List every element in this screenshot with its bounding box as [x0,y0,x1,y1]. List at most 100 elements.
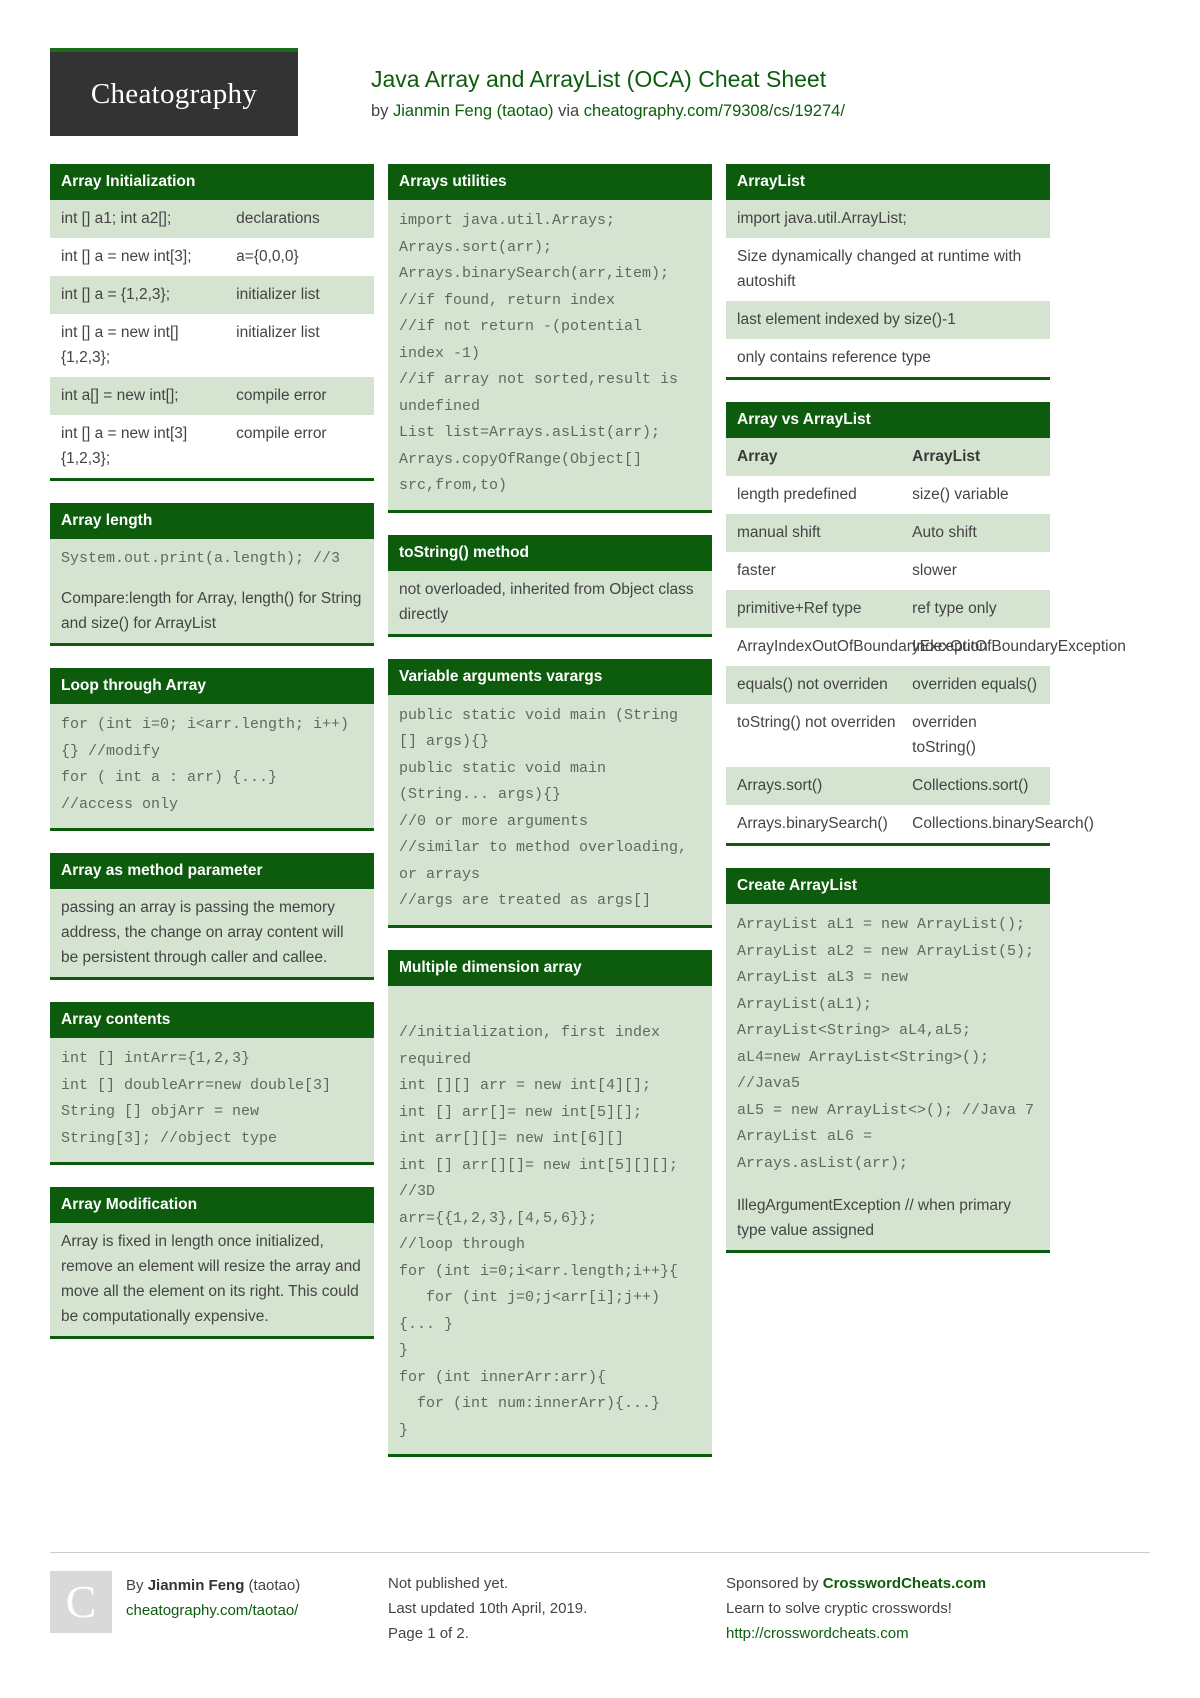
cell-key: Arrays.binarySearch() [737,815,888,832]
cell-value: IndexOutOfBoundaryException [912,638,1126,655]
card-array-length: Array length System.out.print(a.length);… [50,503,374,646]
page-title: Java Array and ArrayList (OCA) Cheat She… [371,66,827,92]
cell-value: a={0,0,0} [236,248,299,265]
byline: by Jianmin Feng (taotao) via cheatograph… [371,100,845,122]
column-2: Arrays utilities import java.util.Arrays… [388,164,712,1479]
logo-text: Cheatography [90,77,258,110]
footer-author-name: Jianmin Feng [147,1577,245,1594]
cell-value: ref type only [912,600,997,617]
column-header-arraylist: ArrayList [912,448,981,465]
footer-publish-block: Not published yet. Last updated 10th Apr… [388,1571,712,1646]
cell-key: faster [737,562,776,579]
cell-value: slower [912,562,957,579]
byline-via: via [553,102,584,120]
cell-value: Collections.sort() [912,777,1029,794]
card-title: Array vs ArrayList [726,402,1050,438]
table-row: int [] a1; int a2[]; declarations [50,200,374,238]
code-block: import java.util.Arrays; Arrays.sort(arr… [388,200,712,510]
title-block: Java Array and ArrayList (OCA) Cheat She… [298,48,845,122]
sponsor-prefix: Sponsored by [726,1575,823,1592]
table-row: faster slower [726,552,1050,590]
list-item: Size dynamically changed at runtime with… [737,248,1022,290]
byline-prefix: by [371,102,394,120]
footer-author-url[interactable]: cheatography.com/taotao/ [126,1602,298,1619]
avatar: C [50,1571,112,1633]
footer-author-suffix: (taotao) [244,1577,301,1594]
code-block: ArrayList aL1 = new ArrayList(); ArrayLi… [726,904,1050,1187]
card-arraylist: ArrayList import java.util.ArrayList; Si… [726,164,1050,380]
cell-key: int [] a = new int[] {1,2,3}; [61,324,179,366]
table-row: length predefined size() variable [726,476,1050,514]
note-text: IllegArgumentException // when primary t… [726,1187,1050,1250]
footer-author-block: C By Jianmin Feng (taotao) cheatography.… [50,1571,374,1646]
card-title: Array Modification [50,1187,374,1223]
cell-value: compile error [236,387,327,404]
column-1: Array Initialization int [] a1; int a2[]… [50,164,374,1361]
cell-value: size() variable [912,486,1009,503]
card-multiple-dimension-array: Multiple dimension array //initializatio… [388,949,712,1457]
cell-value: declarations [236,210,320,227]
card-title: Array contents [50,1002,374,1038]
card-tostring-method: toString() method not overloaded, inheri… [388,534,712,637]
footer-by-label: By [126,1577,148,1594]
last-updated: Last updated 10th April, 2019. [388,1600,588,1617]
footer-author-line: By Jianmin Feng (taotao) [126,1573,300,1598]
card-array-modification: Array Modification Array is fixed in len… [50,1187,374,1339]
card-title: ArrayList [726,164,1050,200]
card-title: toString() method [388,534,712,571]
table-row: int [] a = new int[3]; a={0,0,0} [50,238,374,276]
footer-sponsor-block: Sponsored by CrosswordCheats.com Learn t… [726,1571,1050,1646]
note-text: Array is fixed in length once initialize… [50,1223,374,1336]
sponsor-line: Sponsored by CrosswordCheats.com [726,1571,1050,1596]
table-row: toString() not overriden overriden toStr… [726,704,1050,767]
code-block: System.out.print(a.length); //3 [50,539,374,580]
cell-value: overriden equals() [912,676,1038,693]
table-header-row: Array ArrayList [726,438,1050,476]
card-arrays-utilities: Arrays utilities import java.util.Arrays… [388,164,712,513]
cell-key: manual shift [737,524,821,541]
list-item: import java.util.ArrayList; [726,200,1050,238]
page-number: Page 1 of 2. [388,1625,469,1642]
author-link[interactable]: Jianmin Feng (taotao) [393,102,554,120]
table-row: Arrays.sort() Collections.sort() [726,767,1050,805]
cell-key: primitive+Ref type [737,600,862,617]
note-text: not overloaded, inherited from Object cl… [388,570,712,634]
publish-status: Not published yet. [388,1575,509,1592]
note-text: passing an array is passing the memory a… [50,889,374,977]
sponsor-url[interactable]: http://crosswordcheats.com [726,1625,909,1642]
card-title: Create ArrayList [726,868,1050,904]
card-title: Arrays utilities [388,164,712,200]
table-row: manual shift Auto shift [726,514,1050,552]
card-title: Array Initialization [50,164,374,200]
page-header: Cheatography Java Array and ArrayList (O… [50,0,1150,150]
card-array-contents: Array contents int [] intArr={1,2,3} int… [50,1002,374,1165]
footer-author-text: By Jianmin Feng (taotao) cheatography.co… [126,1571,300,1646]
cell-value: Auto shift [912,524,977,541]
column-3: ArrayList import java.util.ArrayList; Si… [726,164,1126,1275]
card-create-arraylist: Create ArrayList ArrayList aL1 = new Arr… [726,868,1050,1253]
cell-key: int [] a1; int a2[]; [61,210,172,227]
cell-value: overriden toString() [912,714,977,756]
card-title: Multiple dimension array [388,949,712,986]
code-block: //initialization, first index required i… [388,985,712,1454]
table-row: equals() not overriden overriden equals(… [726,666,1050,704]
code-block: int [] intArr={1,2,3} int [] doubleArr=n… [50,1038,374,1162]
list-item: last element indexed by size()-1 [726,301,1050,339]
card-array-as-method-parameter: Array as method parameter passing an arr… [50,853,374,980]
table-row: primitive+Ref type ref type only [726,590,1050,628]
note-text: Compare:length for Array, length() for S… [50,580,374,643]
cell-value: Collections.binarySearch() [912,815,1094,832]
sponsor-tagline: Learn to solve cryptic crosswords! [726,1600,952,1617]
cheatography-logo: Cheatography [50,48,298,136]
card-title: Array length [50,503,374,539]
source-url-link[interactable]: cheatography.com/79308/cs/19274/ [584,102,845,120]
card-title: Loop through Array [50,668,374,704]
cell-key: int [] a = {1,2,3}; [61,286,171,303]
card-variable-arguments-varargs: Variable arguments varargs public static… [388,658,712,928]
cell-value: compile error [236,425,327,442]
card-array-vs-arraylist: Array vs ArrayList Array ArrayList lengt… [726,402,1126,846]
cell-key: int a[] = new int[]; [61,387,179,404]
table-row: int [] a = {1,2,3}; initializer list [50,276,374,314]
cell-key: length predefined [737,486,857,503]
columns-container: Array Initialization int [] a1; int a2[]… [50,150,1150,1479]
